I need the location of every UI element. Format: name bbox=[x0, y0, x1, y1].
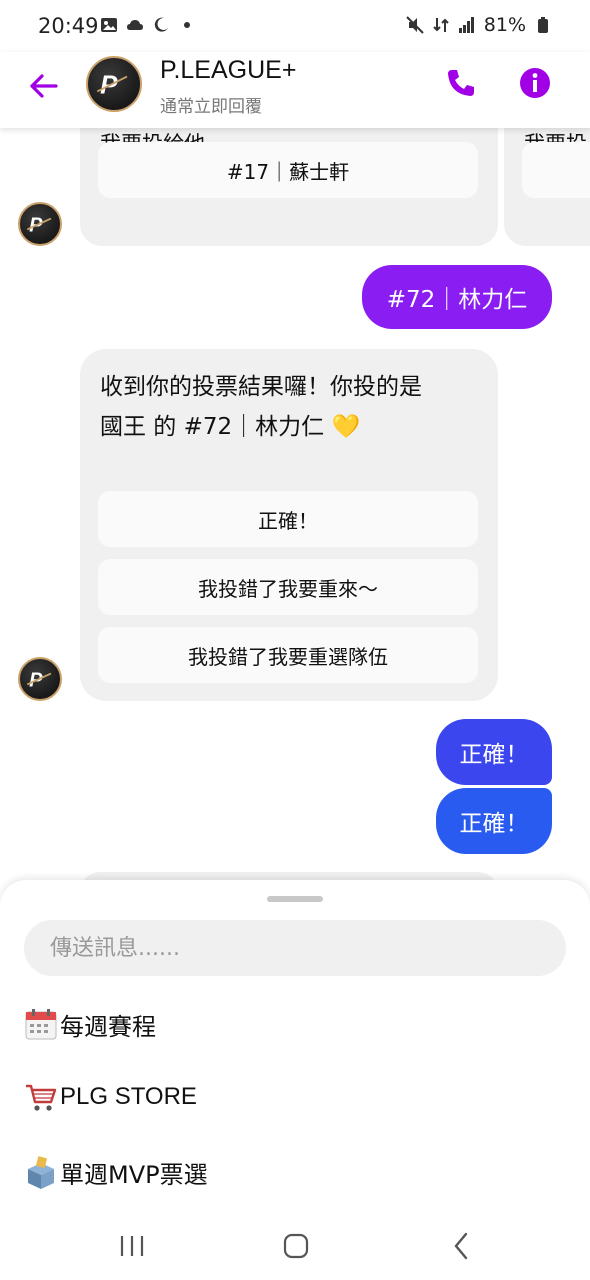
carousel-card: 我要投給他 #17｜蘇士軒 bbox=[80, 128, 498, 246]
menu-item-plg-store[interactable]: PLG STORE bbox=[24, 1077, 197, 1117]
menu-item-label: 單週MVP票選 bbox=[60, 1160, 208, 1189]
data-icon bbox=[432, 16, 450, 34]
card-option-button[interactable]: #17｜蘇士軒 bbox=[98, 142, 478, 198]
battery-icon bbox=[534, 16, 552, 34]
user-message: 正確！ bbox=[436, 788, 552, 854]
bot-avatar[interactable]: P bbox=[18, 657, 62, 701]
bot-message-text: 收到你的投票結果囉！你投的是 國王 的 #72｜林力仁 💛 bbox=[100, 367, 480, 447]
carousel-card-next[interactable]: 我要投 bbox=[504, 128, 590, 246]
menu-item-label: 每週賽程 bbox=[60, 1012, 156, 1041]
battery-percent: 81% bbox=[483, 14, 526, 36]
status-bar: 20:49 81% bbox=[0, 0, 590, 52]
svg-text:P: P bbox=[100, 69, 118, 99]
ballot-box-icon bbox=[24, 1155, 58, 1189]
bot-avatar[interactable]: P bbox=[18, 202, 62, 246]
cart-icon bbox=[24, 1080, 58, 1114]
signal-icon bbox=[458, 16, 476, 34]
quick-reply-revote[interactable]: 我投錯了我要重來～ bbox=[98, 559, 478, 615]
status-right-icons: 81% bbox=[406, 14, 552, 36]
sheet-drag-handle[interactable] bbox=[267, 896, 323, 902]
menu-item-mvp-vote[interactable]: 單週MVP票選 bbox=[24, 1152, 208, 1192]
bot-message: 收到你的投票結果囉！你投的是 國王 的 #72｜林力仁 💛 正確！ 我投錯了我要… bbox=[80, 349, 498, 701]
back-arrow-icon[interactable] bbox=[26, 68, 62, 104]
back-icon[interactable] bbox=[446, 1230, 478, 1262]
moon-icon bbox=[152, 16, 170, 34]
card-option-button[interactable] bbox=[522, 142, 590, 198]
quick-reply-reselect-team[interactable]: 我投錯了我要重選隊伍 bbox=[98, 627, 478, 683]
menu-item-label: PLG STORE bbox=[60, 1083, 197, 1110]
chat-title: P.LEAGUE+ bbox=[160, 56, 297, 84]
user-message: #72｜林力仁 bbox=[362, 265, 552, 329]
cloud-icon bbox=[126, 16, 144, 34]
phone-call-icon[interactable] bbox=[444, 66, 478, 100]
recent-apps-icon[interactable] bbox=[116, 1230, 148, 1262]
profile-avatar[interactable]: P bbox=[86, 56, 142, 112]
image-icon bbox=[100, 16, 118, 34]
info-icon[interactable] bbox=[518, 66, 552, 100]
bot-message-line-2: 國王 的 #72｜林力仁 💛 bbox=[100, 414, 361, 440]
mute-icon bbox=[406, 16, 424, 34]
calendar-icon bbox=[24, 1007, 58, 1041]
user-message: 正確！ bbox=[436, 719, 552, 785]
home-icon[interactable] bbox=[280, 1230, 312, 1262]
bot-message-line-1: 收到你的投票結果囉！你投的是 bbox=[100, 374, 422, 400]
chat-messages[interactable]: 我要投給他 #17｜蘇士軒 我要投 P #72｜林力仁 收到你的投票結果囉！你投… bbox=[0, 128, 590, 888]
status-time: 20:49 bbox=[38, 14, 99, 38]
message-input[interactable] bbox=[24, 920, 566, 976]
system-nav-bar bbox=[0, 1210, 590, 1280]
chat-header: P P.LEAGUE+ 通常立即回覆 bbox=[0, 52, 590, 128]
dot-icon bbox=[178, 16, 196, 34]
menu-item-weekly-schedule[interactable]: 每週賽程 bbox=[24, 1004, 156, 1044]
chat-subtitle: 通常立即回覆 bbox=[160, 97, 262, 117]
status-left-icons bbox=[100, 16, 196, 34]
quick-reply-correct[interactable]: 正確！ bbox=[98, 491, 478, 547]
